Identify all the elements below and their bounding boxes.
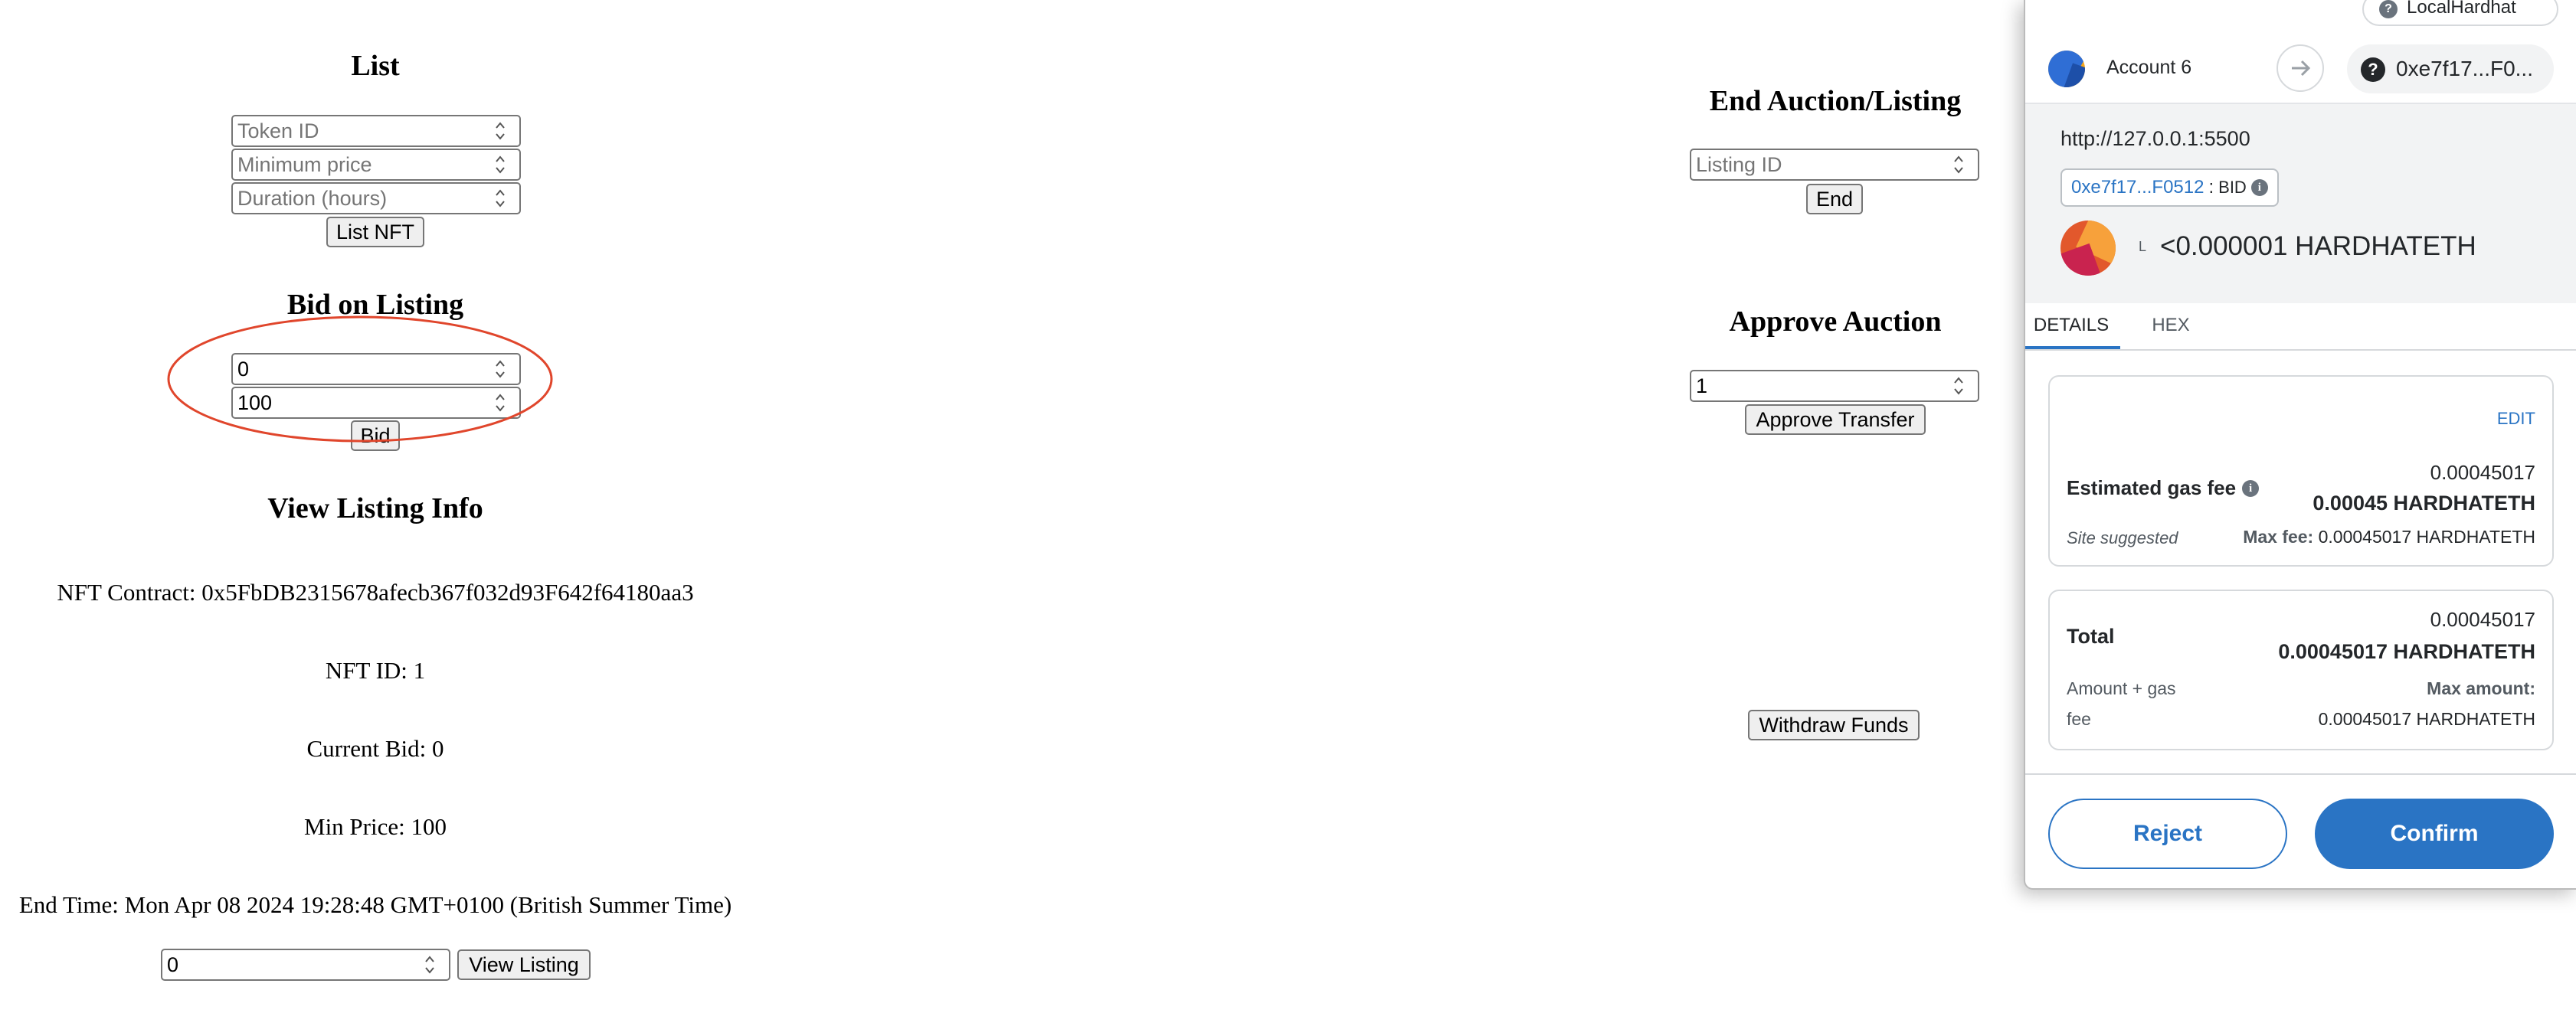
withdraw-funds-button[interactable]: Withdraw Funds (1748, 710, 1920, 740)
contract-address-link[interactable]: 0xe7f17...F0512 (2071, 177, 2204, 198)
amount-gas-label-1: Amount + gas (2067, 678, 2176, 698)
max-fee-row: Max fee: 0.00045017 HARDHATETH (2243, 527, 2535, 547)
bid-title: Bid on Listing (286, 289, 464, 321)
current-bid-text: Current Bid: 0 (306, 735, 444, 762)
confirm-button[interactable]: Confirm (2315, 799, 2554, 869)
footer-divider (2025, 773, 2576, 775)
total-value-bold: 0.00045017 HARDHATETH (2278, 640, 2535, 663)
duration-input[interactable] (231, 182, 521, 214)
view-listing-title: View Listing Info (267, 492, 483, 524)
approve-transfer-button[interactable]: Approve Transfer (1745, 404, 1926, 435)
gas-fee-label: Estimated gas fee (2067, 476, 2237, 499)
token-letter: L (2139, 239, 2147, 254)
bid-button[interactable]: Bid (351, 420, 400, 451)
reject-button[interactable]: Reject (2048, 799, 2287, 869)
transaction-value: <0.000001 HARDHATETH (2160, 231, 2476, 261)
tab-hex[interactable]: HEX (2140, 310, 2201, 348)
metamask-popup: ? LocalHardhat Account 6 ? 0xe7f17...F0.… (2024, 0, 2576, 890)
total-value: 0.00045017 (2430, 608, 2535, 631)
site-origin: http://127.0.0.1:5500 (2060, 127, 2250, 150)
total-card: 0.00045017 Total 0.00045017 HARDHATETH A… (2048, 590, 2554, 750)
end-auction-title: End Auction/Listing (1709, 85, 1962, 117)
arrow-right-icon (2277, 44, 2324, 92)
max-amount-label: Max amount: (2427, 678, 2535, 698)
account-avatar (2048, 51, 2085, 87)
unknown-recipient-icon: ? (2361, 57, 2385, 82)
nft-id-text: NFT ID: 1 (325, 657, 426, 684)
approve-auction-title: Approve Auction (1729, 306, 1942, 338)
help-icon: ? (2379, 0, 2398, 18)
list-nft-button[interactable]: List NFT (326, 217, 424, 247)
site-suggested: Site suggested (2067, 528, 2178, 547)
info-icon: i (2250, 179, 2268, 196)
max-amount-value: 0.00045017 HARDHATETH (2318, 709, 2535, 729)
gas-fee-value-bold: 0.00045 HARDHATETH (2313, 492, 2535, 515)
tabs-divider (2025, 349, 2576, 351)
gas-info-icon: i (2242, 479, 2260, 497)
tab-details[interactable]: DETAILS (2033, 310, 2110, 348)
max-fee-value: 0.00045017 HARDHATETH (2318, 527, 2535, 547)
end-time-text: End Time: Mon Apr 08 2024 19:28:48 GMT+0… (18, 891, 732, 918)
method-separator: : (2208, 177, 2214, 198)
token-id-input[interactable] (231, 115, 521, 147)
gas-fee-value: 0.00045017 (2430, 461, 2535, 484)
view-listing-button[interactable]: View Listing (457, 949, 591, 980)
view-listing-id-input[interactable] (161, 949, 450, 981)
gas-fee-card: EDIT 0.00045017 Estimated gas fee i 0.00… (2048, 375, 2554, 567)
approve-token-id-input[interactable] (1690, 370, 1979, 402)
network-name: LocalHardhat (2407, 0, 2516, 18)
max-fee-label: Max fee: (2243, 527, 2314, 547)
contract-method-pill[interactable]: 0xe7f17...F0512 : BID i (2060, 168, 2279, 207)
gas-fee-label-row: Estimated gas fee i (2067, 476, 2260, 500)
amount-gas-label-2: fee (2067, 709, 2091, 729)
nft-contract-text: NFT Contract: 0x5FbDB2315678afecb367f032… (57, 579, 694, 606)
recipient-address: 0xe7f17...F0... (2396, 57, 2533, 80)
edit-link[interactable]: EDIT (2497, 409, 2535, 429)
token-icon (2060, 221, 2116, 276)
end-button[interactable]: End (1806, 184, 1863, 214)
end-listing-id-input[interactable] (1690, 149, 1979, 181)
bid-listing-id-input[interactable] (231, 353, 521, 385)
min-price-text: Min Price: 100 (304, 813, 447, 840)
network-pill[interactable]: ? LocalHardhat (2362, 0, 2558, 26)
list-title: List (351, 50, 400, 82)
account-name: Account 6 (2106, 57, 2192, 78)
transaction-summary: http://127.0.0.1:5500 0xe7f17...F0512 : … (2025, 103, 2576, 303)
recipient-pill[interactable]: ? 0xe7f17...F0... (2347, 44, 2554, 93)
minimum-price-input[interactable] (231, 149, 521, 181)
method-name: BID (2218, 178, 2247, 197)
bid-amount-input[interactable] (231, 387, 521, 419)
total-label: Total (2067, 625, 2115, 648)
